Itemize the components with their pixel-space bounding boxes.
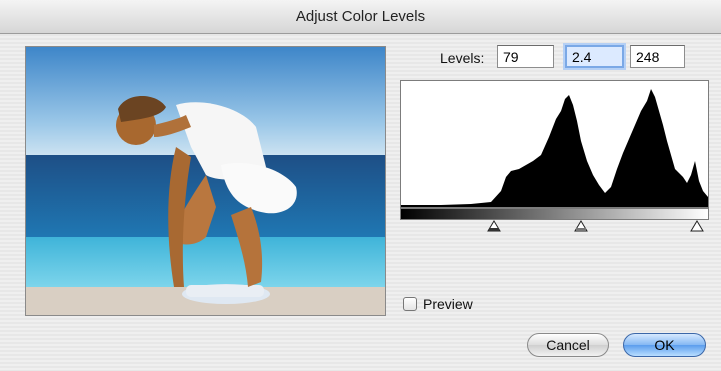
gamma-input[interactable]	[565, 45, 624, 68]
preview-image	[25, 46, 386, 316]
cancel-button[interactable]: Cancel	[527, 333, 609, 357]
dialog-title: Adjust Color Levels	[0, 0, 721, 34]
histogram	[400, 80, 709, 208]
preview-checkbox[interactable]	[403, 297, 417, 311]
black-point-input[interactable]	[497, 45, 554, 68]
levels-gradient-bar	[400, 208, 709, 220]
white-point-input[interactable]	[630, 45, 685, 68]
adjust-levels-dialog: Adjust Color Levels Levels: 79 2.4 248 P…	[0, 0, 721, 371]
black-point-slider-icon[interactable]	[487, 220, 501, 232]
gamma-slider-icon[interactable]	[574, 220, 588, 232]
preview-option[interactable]: Preview	[403, 295, 473, 313]
ok-button[interactable]: OK	[623, 333, 706, 357]
levels-label: Levels:	[440, 50, 485, 66]
white-point-slider-icon[interactable]	[690, 220, 704, 232]
preview-label: Preview	[423, 296, 473, 312]
